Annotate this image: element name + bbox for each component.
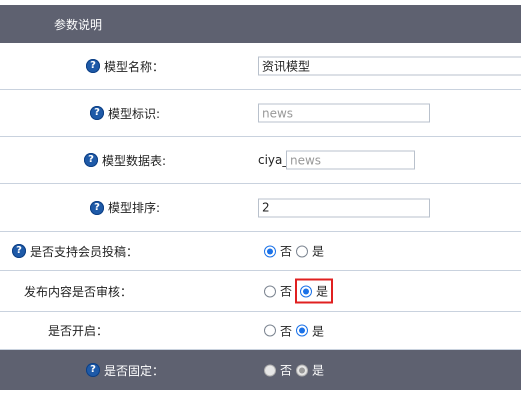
fixed-no-radio[interactable]	[264, 364, 276, 376]
row-model-table: ? 模型数据表: ciya_	[0, 137, 521, 184]
row-model-order: ? 模型排序:	[0, 184, 521, 232]
highlight-box: 是	[295, 278, 334, 304]
model-order-label: 模型排序:	[107, 201, 161, 215]
table-prefix: ciya_	[258, 153, 289, 167]
enabled-no-label: 否	[280, 324, 293, 338]
question-circle-icon[interactable]: ?	[85, 59, 100, 73]
enabled-no-radio[interactable]	[264, 324, 276, 337]
question-circle-icon[interactable]: ?	[89, 200, 104, 215]
row-enabled: 是否开启： 否 是	[0, 312, 521, 350]
model-id-label: 模型标识:	[107, 106, 161, 121]
need-review-yes-label: 是	[316, 284, 329, 299]
enabled-yes-label: 是	[312, 324, 325, 338]
need-review-label: 发布内容是否审核：	[24, 284, 133, 299]
row-member-submit: ? 是否支持会员投稿： 否 是	[0, 232, 521, 271]
model-id-input[interactable]	[258, 103, 430, 123]
table-header: 参数说明	[0, 5, 521, 43]
fixed-yes-label: 是	[312, 363, 325, 378]
model-name-input[interactable]	[258, 56, 521, 76]
row-model-name: ? 模型名称：	[0, 43, 521, 90]
model-table-input[interactable]	[286, 150, 415, 170]
need-review-no-radio[interactable]	[264, 285, 276, 297]
question-circle-icon[interactable]: ?	[83, 153, 98, 167]
model-name-label: 模型名称：	[103, 59, 164, 74]
member-submit-no-radio[interactable]	[264, 245, 276, 257]
enabled-yes-radio[interactable]	[296, 324, 309, 337]
member-submit-no-label: 否	[280, 244, 293, 259]
enabled-label: 是否开启：	[48, 324, 109, 338]
member-submit-yes-label: 是	[312, 244, 325, 259]
model-table-label: 模型数据表:	[101, 153, 167, 168]
row-fixed: ? 是否固定： 否 是	[0, 350, 521, 390]
question-circle-icon[interactable]: ?	[85, 363, 100, 377]
member-submit-label: 是否支持会员投稿：	[30, 244, 139, 259]
need-review-yes-radio[interactable]	[300, 285, 313, 297]
row-model-id: ? 模型标识:	[0, 90, 521, 137]
row-need-review: 发布内容是否审核： 否 是	[0, 271, 521, 312]
member-submit-yes-radio[interactable]	[296, 245, 309, 257]
header-title: 参数说明	[54, 18, 103, 32]
fixed-label: 是否固定：	[103, 363, 164, 378]
question-circle-icon[interactable]: ?	[12, 244, 26, 258]
fixed-yes-radio[interactable]	[296, 364, 309, 376]
fixed-no-label: 否	[280, 363, 293, 378]
question-circle-icon[interactable]: ?	[89, 106, 104, 120]
model-order-input[interactable]	[258, 198, 430, 217]
need-review-no-label: 否	[280, 284, 293, 299]
